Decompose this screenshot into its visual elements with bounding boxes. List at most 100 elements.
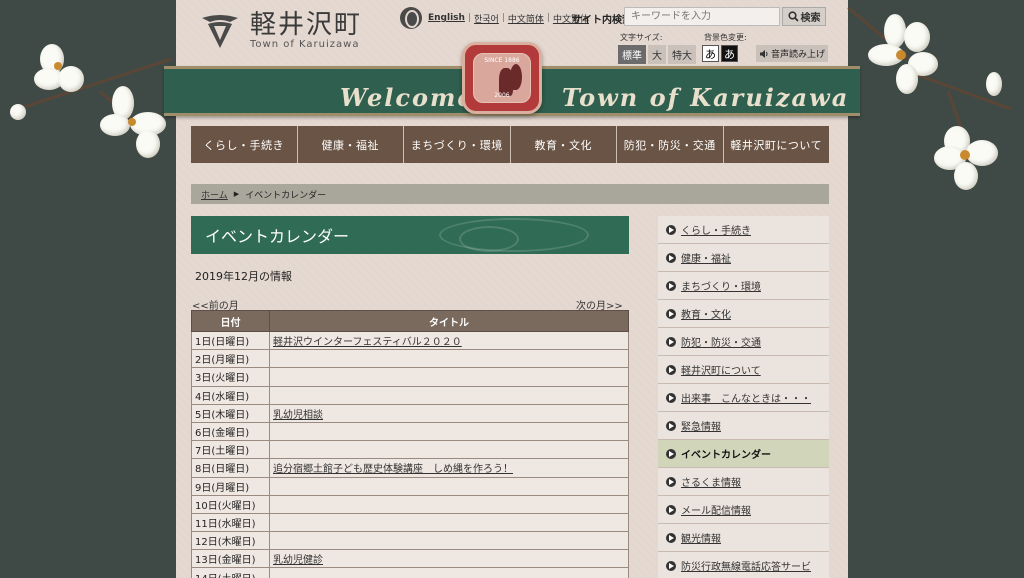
arrow-bullet-icon	[666, 252, 676, 263]
table-row: 5日(木曜日) 乳幼児相談	[191, 403, 629, 423]
date-cell: 5日(木曜日)	[191, 403, 270, 423]
date-cell: 11日(水曜日)	[191, 512, 270, 533]
sidebar-item[interactable]: 防犯・防災・交通	[658, 328, 829, 356]
logo-subtitle: Town of Karuizawa	[250, 38, 360, 50]
arrow-bullet-icon	[666, 364, 676, 375]
site-search-label: サイト内検索	[572, 15, 632, 26]
globe-icon	[400, 7, 422, 29]
search-button[interactable]: 検索	[782, 7, 826, 26]
sidebar-item-label[interactable]: 観光情報	[681, 530, 721, 545]
event-link[interactable]: 追分宿郷土館子ども歴史体験講座 しめ縄を作ろう！	[273, 464, 513, 475]
bg-dark-button[interactable]: あ	[721, 45, 738, 62]
title-cell	[269, 476, 629, 496]
gnav-item-living[interactable]: くらし・手続き	[191, 126, 298, 163]
date-cell: 12日(木曜日)	[191, 531, 270, 551]
sidebar-item[interactable]: くらし・手続き	[658, 216, 829, 244]
emblem-year-text: 2006	[494, 92, 510, 99]
page-title: イベントカレンダー	[191, 216, 629, 254]
font-size-large-button[interactable]: 大	[648, 45, 666, 64]
arrow-bullet-icon	[666, 532, 676, 543]
sidebar-item-label[interactable]: 防災行政無線電話応答サービ	[681, 558, 811, 573]
gnav-item-about-town[interactable]: 軽井沢町について	[724, 126, 830, 163]
sidebar-item[interactable]: まちづくり・環境	[658, 272, 829, 300]
search-button-label: 検索	[800, 13, 821, 24]
date-cell: 4日(水曜日)	[191, 385, 270, 405]
sidebar-item-label[interactable]: 健康・福祉	[681, 250, 731, 265]
banner-town-text: Town of Karuizawa	[562, 83, 850, 112]
date-cell: 6日(金曜日)	[191, 421, 270, 442]
sidebar-item-label[interactable]: メール配信情報	[681, 502, 751, 517]
sidebar-item[interactable]: 健康・福祉	[658, 244, 829, 272]
sidebar-item-label[interactable]: まちづくり・環境	[681, 278, 761, 293]
arrow-bullet-icon	[666, 336, 676, 347]
sidebar-item[interactable]: 緊急情報	[658, 412, 829, 440]
arrow-bullet-icon	[666, 308, 676, 319]
event-link[interactable]: 軽井沢ウインターフェスティバル２０２０	[273, 337, 462, 348]
title-cell: 軽井沢ウインターフェスティバル２０２０	[269, 330, 629, 351]
table-row: 1日(日曜日) 軽井沢ウインターフェスティバル２０２０	[191, 330, 629, 351]
font-size-xlarge-button[interactable]: 特大	[668, 45, 696, 64]
sidebar-item[interactable]: 軽井沢町について	[658, 356, 829, 384]
arrow-bullet-icon	[666, 476, 676, 487]
voice-readout-button[interactable]: 音声読み上げ	[756, 45, 828, 62]
sidebar-item[interactable]: 教育・文化	[658, 300, 829, 328]
sidebar-item[interactable]: 出来事 こんなときは・・・	[658, 384, 829, 412]
date-cell: 3日(火曜日)	[191, 367, 270, 387]
gnav-item-safety[interactable]: 防犯・防災・交通	[617, 126, 724, 163]
gnav-item-health[interactable]: 健康・福祉	[298, 126, 404, 163]
language-links: English | 한국어 | 中文简体 | 中文繁体	[400, 7, 592, 29]
table-row: 12日(木曜日)	[191, 531, 629, 551]
sidebar-item-label[interactable]: 出来事 こんなときは・・・	[681, 390, 811, 405]
table-row: 8日(日曜日) 追分宿郷土館子ども歴史体験講座 しめ縄を作ろう！	[191, 458, 629, 478]
sidebar-item-label[interactable]: 軽井沢町について	[681, 362, 761, 377]
sidebar-item-label[interactable]: さるくま情報	[681, 474, 741, 489]
sidebar-item-label[interactable]: くらし・手続き	[681, 222, 751, 237]
table-row: 4日(水曜日)	[191, 385, 629, 405]
sidebar-item-label[interactable]: 教育・文化	[681, 306, 731, 321]
voice-readout-label: 音声読み上げ	[770, 50, 825, 60]
search-input[interactable]	[624, 7, 780, 26]
gnav-item-town-planning[interactable]: まちづくり・環境	[404, 126, 511, 163]
date-cell: 2日(月曜日)	[191, 349, 270, 369]
sidebar-item[interactable]: メール配信情報	[658, 496, 829, 524]
arrow-bullet-icon	[666, 280, 676, 291]
table-row: 13日(金曜日) 乳幼児健診	[191, 549, 629, 569]
sidebar-item[interactable]: 防災行政無線電話応答サービ	[658, 552, 829, 578]
arrow-bullet-icon	[666, 448, 676, 459]
date-cell: 7日(土曜日)	[191, 440, 270, 460]
gnav-item-education[interactable]: 教育・文化	[511, 126, 617, 163]
breadcrumb-home-link[interactable]: ホーム	[201, 188, 228, 201]
town-emblem-icon	[198, 10, 242, 50]
column-header-title: タイトル	[269, 310, 629, 332]
title-cell	[269, 421, 629, 442]
sidebar-item[interactable]: イベントカレンダー	[658, 440, 829, 468]
font-size-standard-button[interactable]: 標準	[618, 45, 646, 64]
lang-link-korean[interactable]: 한국어	[474, 12, 499, 25]
arrow-bullet-icon	[666, 504, 676, 515]
arrow-bullet-icon	[666, 224, 676, 235]
sidebar-item[interactable]: 観光情報	[658, 524, 829, 552]
event-link[interactable]: 乳幼児健診	[273, 555, 323, 566]
page-title-text: イベントカレンダー	[205, 227, 350, 246]
site-logo[interactable]: 軽井沢町 Town of Karuizawa	[198, 10, 362, 50]
lang-link-simplified-chinese[interactable]: 中文简体	[508, 12, 544, 25]
emblem-since-text: SINCE 1886	[484, 57, 520, 64]
date-cell: 13日(金曜日)	[191, 549, 270, 569]
arrow-bullet-icon	[666, 392, 676, 403]
sidebar-item-label[interactable]: 緊急情報	[681, 418, 721, 433]
bg-light-button[interactable]: あ	[702, 45, 719, 62]
table-row: 3日(火曜日)	[191, 367, 629, 387]
magnifier-icon	[787, 11, 799, 22]
event-link[interactable]: 乳幼児相談	[273, 410, 323, 421]
sidebar-item-label[interactable]: イベントカレンダー	[681, 446, 771, 461]
table-row: 9日(月曜日)	[191, 476, 629, 496]
sidebar-item-label[interactable]: 防犯・防災・交通	[681, 334, 761, 349]
title-cell: 乳幼児健診	[269, 549, 629, 569]
title-cell	[269, 367, 629, 387]
bg-color-buttons: あ あ	[702, 45, 738, 62]
breadcrumb: ホーム ▶ イベントカレンダー	[191, 184, 829, 204]
magnolia-right-decoration	[847, 0, 1024, 200]
lang-link-english[interactable]: English	[428, 13, 465, 23]
sidebar-item[interactable]: さるくま情報	[658, 468, 829, 496]
title-cell	[269, 385, 629, 405]
